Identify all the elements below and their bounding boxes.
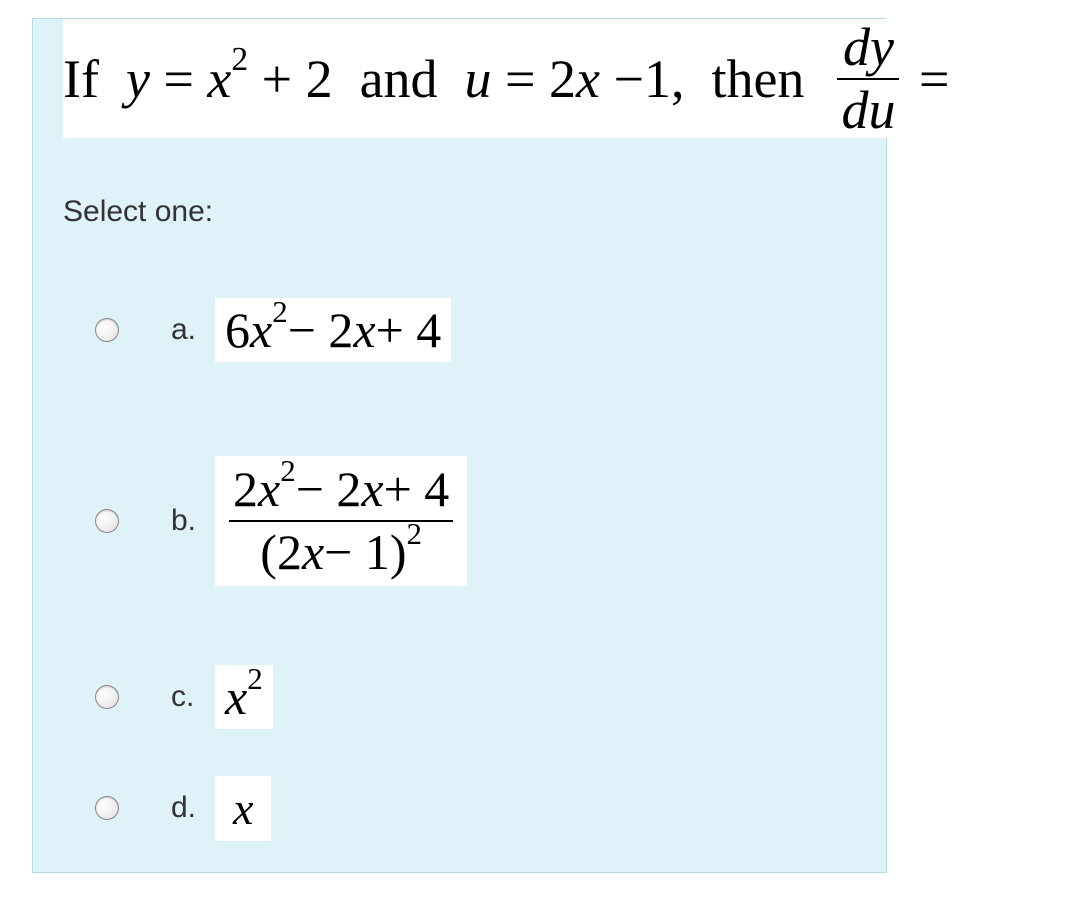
option-c-math: x2 bbox=[215, 665, 273, 729]
question-stem-wrapper: If y = x2 + 2 and u = 2x −1, then dy bbox=[63, 19, 949, 138]
radio-a[interactable] bbox=[95, 318, 119, 342]
option-d-letter: d. bbox=[171, 791, 205, 825]
option-c-row[interactable]: c. x2 bbox=[95, 647, 467, 747]
option-b-letter: b. bbox=[171, 504, 205, 538]
stem-plus2: + 2 bbox=[262, 48, 333, 110]
option-b-fraction: 2x2 − 2x + 4 (2x − 1)2 bbox=[229, 462, 453, 580]
stem-x1: x bbox=[207, 48, 231, 110]
option-c-letter: c. bbox=[171, 680, 205, 714]
question-stem: If y = x2 + 2 and u = 2x −1, then dy bbox=[63, 19, 949, 138]
stem-and: and bbox=[360, 48, 438, 110]
option-b-math: 2x2 − 2x + 4 (2x − 1)2 bbox=[215, 456, 467, 586]
option-a-math: 6x2 − 2x + 4 bbox=[215, 298, 451, 362]
frac-num: dy bbox=[839, 19, 898, 76]
option-d-math: x bbox=[215, 776, 271, 841]
options-group: a. 6x2 − 2x + 4 b. 2x2 − 2x + 4 (2x − 1)… bbox=[95, 265, 467, 869]
stem-fraction-dy-du: dy du bbox=[837, 19, 899, 138]
stem-y: y bbox=[126, 48, 150, 110]
option-d-row[interactable]: d. x bbox=[95, 763, 467, 853]
option-a-row[interactable]: a. 6x2 − 2x + 4 bbox=[95, 265, 467, 395]
stem-u: u bbox=[465, 48, 492, 110]
option-b-denominator: (2x − 1)2 bbox=[256, 525, 426, 580]
select-one-label: Select one: bbox=[63, 195, 213, 229]
radio-c[interactable] bbox=[95, 685, 119, 709]
stem-then: then bbox=[711, 48, 804, 110]
stem-equals: = bbox=[919, 48, 949, 110]
stem-if: If bbox=[63, 48, 99, 110]
option-a-letter: a. bbox=[171, 313, 205, 347]
radio-d[interactable] bbox=[95, 796, 119, 820]
option-b-numerator: 2x2 − 2x + 4 bbox=[229, 462, 453, 517]
question-box: If y = x2 + 2 and u = 2x −1, then dy bbox=[32, 18, 887, 873]
option-b-row[interactable]: b. 2x2 − 2x + 4 (2x − 1)2 bbox=[95, 411, 467, 631]
frac-den: du bbox=[837, 82, 899, 139]
radio-b[interactable] bbox=[95, 509, 119, 533]
